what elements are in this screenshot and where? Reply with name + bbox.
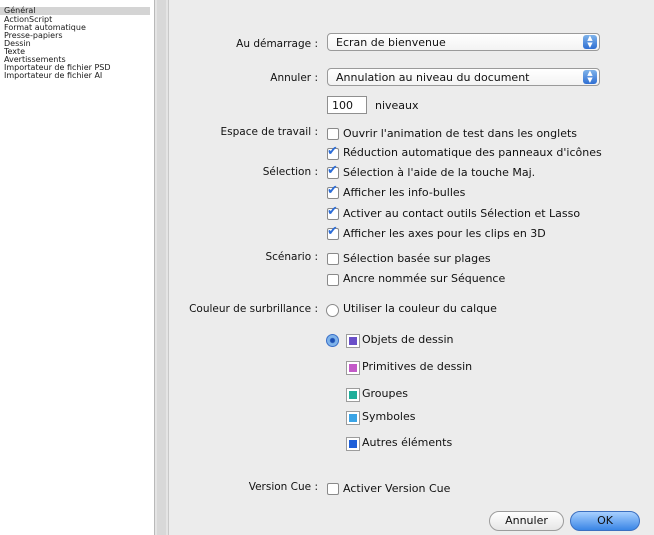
selection-checkbox-3[interactable]: ✔ — [327, 224, 339, 240]
timeline-checkbox-1[interactable] — [327, 274, 339, 286]
selection-option-2: Activer au contact outils Sélection et L… — [343, 207, 581, 220]
highlight-item-groups: Groupes — [362, 387, 408, 400]
startup-label: Au démarrage : — [236, 38, 318, 50]
highlight-item-drawing-objects: Objets de dessin — [362, 333, 454, 346]
selection-option-0: Sélection à l'aide de la touche Maj. — [343, 166, 536, 179]
highlight-item-drawing-primitives: Primitives de dessin — [362, 360, 473, 373]
workspace-label: Espace de travail : — [220, 126, 318, 138]
select-arrows-icon: ▲ ▼ — [583, 35, 597, 49]
checkmark-icon: ✔ — [327, 204, 338, 219]
checkmark-icon: ✔ — [327, 224, 338, 239]
workspace-option-0: Ouvrir l'animation de test dans les ongl… — [343, 127, 578, 140]
timeline-option-0: Sélection basée sur plages — [343, 252, 491, 265]
undo-levels-input[interactable]: 100 — [327, 96, 367, 114]
cancel-button[interactable]: Annuler — [489, 511, 564, 531]
timeline-option-1: Ancre nommée sur Séquence — [343, 272, 506, 285]
selection-checkbox-1[interactable]: ✔ — [327, 183, 339, 199]
highlight-item-other-elements: Autres éléments — [362, 436, 453, 449]
scroll-thumb[interactable] — [157, 0, 166, 535]
swatch-drawing-objects[interactable] — [346, 334, 360, 348]
color-fill — [349, 364, 357, 372]
workspace-checkbox-1[interactable]: ✔ — [327, 144, 339, 160]
highlight-radio-custom[interactable] — [326, 334, 339, 347]
selection-option-1: Afficher les info-bulles — [343, 186, 466, 199]
startup-select-value: Ecran de bienvenue — [336, 36, 446, 49]
swatch-other-elements[interactable] — [346, 437, 360, 451]
checkmark-icon: ✔ — [327, 144, 338, 159]
undo-select[interactable]: Annulation au niveau du document ▲ ▼ — [327, 68, 600, 86]
selection-option-3: Afficher les axes pour les clips en 3D — [343, 227, 546, 240]
undo-label: Annuler : — [270, 72, 318, 84]
sidebar-item-ai-importer[interactable]: Importateur de fichier AI — [4, 72, 102, 80]
color-fill — [349, 391, 357, 399]
color-fill — [349, 337, 357, 345]
versioncue-option: Activer Version Cue — [343, 482, 451, 495]
timeline-label: Scénario : — [265, 251, 318, 263]
swatch-symbols[interactable] — [346, 411, 360, 425]
selection-label: Sélection : — [262, 166, 318, 178]
color-fill — [349, 440, 357, 448]
color-fill — [349, 414, 357, 422]
startup-select[interactable]: Ecran de bienvenue ▲ ▼ — [327, 33, 600, 51]
sidebar-scrollbar[interactable] — [155, 0, 169, 535]
highlight-label: Couleur de surbrillance : — [189, 303, 318, 315]
workspace-checkbox-0[interactable] — [327, 128, 339, 140]
selection-checkbox-0[interactable]: ✔ — [327, 163, 339, 179]
workspace-option-1: Réduction automatique des panneaux d'icô… — [343, 146, 602, 159]
select-arrows-icon: ▲ ▼ — [583, 70, 597, 84]
category-sidebar: Général ActionScript Format automatique … — [0, 0, 155, 535]
ok-button[interactable]: OK — [570, 511, 640, 531]
undo-levels-label: niveaux — [375, 99, 419, 112]
highlight-item-symbols: Symboles — [362, 410, 416, 423]
highlight-radio-layer-color[interactable] — [326, 304, 339, 317]
swatch-drawing-primitives[interactable] — [346, 361, 360, 375]
swatch-groups[interactable] — [346, 388, 360, 402]
checkmark-icon: ✔ — [327, 163, 338, 178]
versioncue-checkbox[interactable] — [327, 483, 339, 495]
versioncue-label: Version Cue : — [248, 481, 318, 493]
undo-select-value: Annulation au niveau du document — [336, 71, 530, 84]
timeline-checkbox-0[interactable] — [327, 253, 339, 265]
checkmark-icon: ✔ — [327, 183, 338, 198]
highlight-option-layer-color: Utiliser la couleur du calque — [343, 302, 497, 315]
sidebar-item-general[interactable]: Général — [0, 7, 150, 15]
selection-checkbox-2[interactable]: ✔ — [327, 204, 339, 220]
